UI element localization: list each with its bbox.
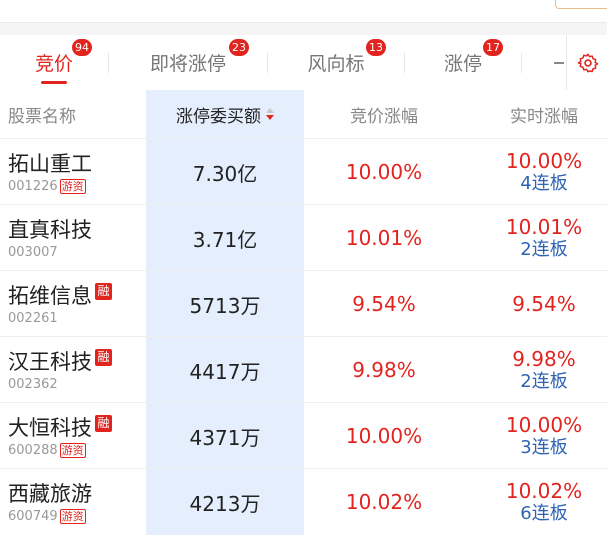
stock-name-line: 大恒科技融 [8, 412, 112, 442]
column-label: 涨停委买额 [176, 106, 261, 127]
stock-name: 西藏旅游 [8, 482, 92, 506]
sort-desc-icon [266, 108, 274, 120]
realtime-change: 10.02% [505, 478, 583, 503]
table-row[interactable]: 汉王科技融 002362 4417万 9.98% 9.98% 2连板 [0, 336, 607, 403]
stock-name-line: 汉王科技融 [8, 346, 112, 376]
stock-code: 600288 [8, 443, 58, 458]
tab-upcoming-limit-up[interactable]: 即将涨停 23 [109, 35, 267, 90]
bid-amount: 7.30亿 [192, 161, 258, 186]
tab-label: 风向标 [307, 53, 365, 75]
stock-code: 002261 [8, 311, 58, 326]
tab-bid[interactable]: 竞价 94 [0, 35, 108, 90]
consecutive-boards: 3连板 [520, 436, 568, 458]
bid-change: 10.01% [345, 226, 423, 250]
realtime-change: 9.98% [512, 346, 576, 371]
consecutive-boards: 2连板 [520, 370, 568, 392]
realtime-change: 10.00% [505, 148, 583, 173]
realtime-change: 10.01% [505, 214, 583, 239]
bid-change: 10.02% [345, 490, 423, 514]
table-row[interactable]: 直真科技 003007 3.71亿 10.01% 10.01% 2连板 [0, 204, 607, 271]
tab-trend-indicator[interactable]: 风向标 13 [268, 35, 404, 90]
stock-name: 拓维信息 [8, 284, 92, 308]
column-stock-name[interactable]: 股票名称 [8, 90, 138, 138]
bid-amount: 4213万 [189, 491, 261, 516]
stock-code-line: 003007 [8, 245, 58, 260]
stock-name: 汉王科技 [8, 350, 92, 374]
realtime-change: 9.54% [512, 291, 576, 316]
margin-trading-tag: 融 [95, 415, 112, 432]
bid-amount: 5713万 [189, 293, 261, 318]
table-row[interactable]: 拓山重工 001226 游资 7.30亿 10.00% 10.00% 4连板 [0, 138, 607, 205]
realtime-cell: 10.00% 4连板 [474, 139, 607, 205]
bid-amount: 3.71亿 [192, 227, 258, 252]
stock-code: 600749 [8, 509, 58, 524]
realtime-cell: 10.02% 6连板 [474, 469, 607, 535]
stock-code-line: 600749 游资 [8, 509, 86, 524]
active-tab-indicator [41, 81, 67, 84]
column-limit-up-bid-amount[interactable]: 涨停委买额 [146, 90, 304, 138]
tab-bar: 竞价 94 即将涨停 23 风向标 13 涨停 17 [0, 35, 607, 91]
table-row[interactable]: 大恒科技融 600288 游资 4371万 10.00% 10.00% 3连板 [0, 402, 607, 469]
realtime-cell: 9.98% 2连板 [474, 337, 607, 403]
gear-icon [577, 53, 598, 72]
realtime-change: 10.00% [505, 412, 583, 437]
section-gap [0, 23, 607, 35]
stock-code: 002362 [8, 377, 58, 392]
consecutive-boards: 4连板 [520, 172, 568, 194]
tab-limit-up[interactable]: 涨停 17 [405, 35, 521, 90]
table-row[interactable]: 西藏旅游 600749 游资 4213万 10.02% 10.02% 6连板 [0, 468, 607, 535]
stock-name: 直真科技 [8, 218, 92, 242]
margin-trading-tag: 融 [95, 283, 112, 300]
bid-amount: 4371万 [189, 425, 261, 450]
bid-change: 9.98% [352, 358, 416, 382]
consecutive-boards: 6连板 [520, 502, 568, 524]
margin-trading-tag: 融 [95, 349, 112, 366]
settings-button[interactable] [566, 35, 607, 90]
hot-money-tag: 游资 [59, 179, 86, 194]
realtime-cell: 10.00% 3连板 [474, 403, 607, 469]
table-header: 股票名称 涨停委买额 竞价涨幅 实时涨幅 [0, 90, 607, 138]
top-right-button-edge[interactable] [555, 0, 607, 9]
top-cut-strip [0, 0, 607, 23]
stock-code: 003007 [8, 245, 58, 260]
hot-money-tag: 游资 [59, 509, 86, 524]
bid-amount: 4417万 [189, 359, 261, 384]
tab-count-badge: 17 [483, 39, 503, 56]
stock-name: 拓山重工 [8, 152, 92, 176]
column-realtime-change[interactable]: 实时涨幅 [474, 90, 607, 138]
tab-count-badge: 13 [366, 39, 386, 56]
column-bid-change[interactable]: 竞价涨幅 [304, 90, 464, 138]
tab-label: 涨停 [443, 53, 482, 75]
tab-count-badge: 23 [229, 39, 249, 56]
consecutive-boards: 2连板 [520, 238, 568, 260]
tab-label: 竞价 [34, 53, 73, 75]
bid-change: 9.54% [352, 292, 416, 316]
tab-clipped-glyph [554, 61, 564, 64]
tab-count-badge: 94 [72, 39, 92, 56]
hot-money-tag: 游资 [59, 443, 86, 458]
stock-name-line: 拓维信息融 [8, 280, 112, 310]
stock-code: 001226 [8, 179, 58, 194]
bid-change: 10.00% [345, 160, 423, 184]
realtime-cell: 9.54% [474, 271, 607, 337]
stock-name: 大恒科技 [8, 416, 92, 440]
bid-change: 10.00% [345, 424, 423, 448]
stock-code-line: 600288 游资 [8, 443, 86, 458]
realtime-cell: 10.01% 2连板 [474, 205, 607, 271]
stock-code-line: 001226 游资 [8, 179, 86, 194]
table-row[interactable]: 拓维信息融 002261 5713万 9.54% 9.54% [0, 270, 607, 337]
tab-label: 即将涨停 [149, 53, 226, 75]
tab-overflow-partial[interactable] [522, 35, 566, 90]
